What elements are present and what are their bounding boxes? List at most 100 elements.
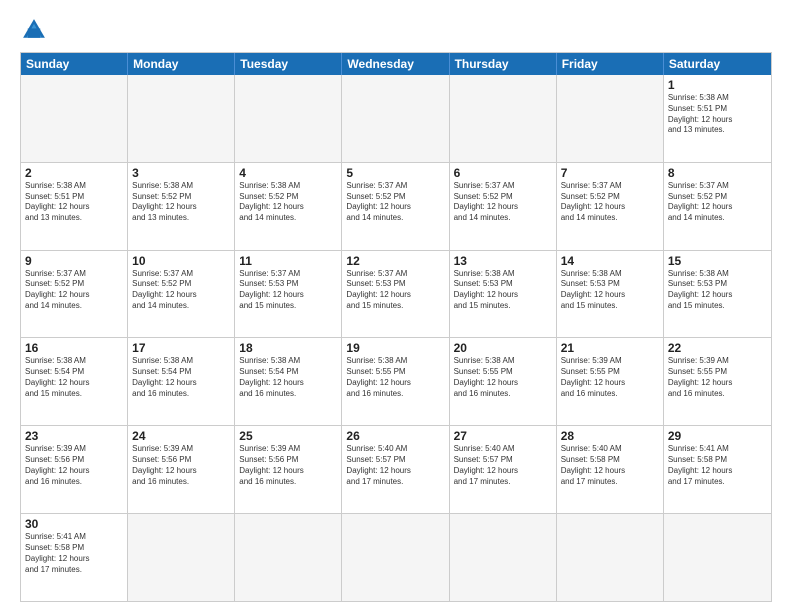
day-number: 1 (668, 78, 767, 92)
calendar-cell-1-2: 4Sunrise: 5:38 AM Sunset: 5:52 PM Daylig… (235, 163, 342, 250)
calendar-row-0: 1Sunrise: 5:38 AM Sunset: 5:51 PM Daylig… (21, 75, 771, 163)
calendar-cell-2-3: 12Sunrise: 5:37 AM Sunset: 5:53 PM Dayli… (342, 251, 449, 338)
calendar-cell-3-6: 22Sunrise: 5:39 AM Sunset: 5:55 PM Dayli… (664, 338, 771, 425)
calendar-cell-5-4 (450, 514, 557, 601)
calendar-cell-0-1 (128, 75, 235, 162)
logo-icon (20, 16, 48, 44)
calendar-cell-2-5: 14Sunrise: 5:38 AM Sunset: 5:53 PM Dayli… (557, 251, 664, 338)
day-info: Sunrise: 5:41 AM Sunset: 5:58 PM Dayligh… (25, 532, 123, 575)
day-number: 12 (346, 254, 444, 268)
day-info: Sunrise: 5:38 AM Sunset: 5:51 PM Dayligh… (25, 181, 123, 224)
calendar-cell-1-6: 8Sunrise: 5:37 AM Sunset: 5:52 PM Daylig… (664, 163, 771, 250)
day-number: 7 (561, 166, 659, 180)
calendar-cell-5-0: 30Sunrise: 5:41 AM Sunset: 5:58 PM Dayli… (21, 514, 128, 601)
day-info: Sunrise: 5:39 AM Sunset: 5:56 PM Dayligh… (25, 444, 123, 487)
day-info: Sunrise: 5:39 AM Sunset: 5:56 PM Dayligh… (239, 444, 337, 487)
day-number: 17 (132, 341, 230, 355)
day-number: 4 (239, 166, 337, 180)
header-day-friday: Friday (557, 53, 664, 75)
calendar-cell-4-5: 28Sunrise: 5:40 AM Sunset: 5:58 PM Dayli… (557, 426, 664, 513)
day-info: Sunrise: 5:40 AM Sunset: 5:57 PM Dayligh… (454, 444, 552, 487)
day-info: Sunrise: 5:38 AM Sunset: 5:54 PM Dayligh… (25, 356, 123, 399)
day-info: Sunrise: 5:38 AM Sunset: 5:54 PM Dayligh… (132, 356, 230, 399)
header-day-monday: Monday (128, 53, 235, 75)
calendar-row-5: 30Sunrise: 5:41 AM Sunset: 5:58 PM Dayli… (21, 514, 771, 601)
day-info: Sunrise: 5:38 AM Sunset: 5:55 PM Dayligh… (454, 356, 552, 399)
day-info: Sunrise: 5:38 AM Sunset: 5:53 PM Dayligh… (668, 269, 767, 312)
day-info: Sunrise: 5:37 AM Sunset: 5:53 PM Dayligh… (346, 269, 444, 312)
calendar-cell-2-6: 15Sunrise: 5:38 AM Sunset: 5:53 PM Dayli… (664, 251, 771, 338)
day-number: 9 (25, 254, 123, 268)
calendar-cell-0-2 (235, 75, 342, 162)
day-number: 10 (132, 254, 230, 268)
day-number: 2 (25, 166, 123, 180)
calendar-cell-0-6: 1Sunrise: 5:38 AM Sunset: 5:51 PM Daylig… (664, 75, 771, 162)
day-number: 24 (132, 429, 230, 443)
day-info: Sunrise: 5:40 AM Sunset: 5:58 PM Dayligh… (561, 444, 659, 487)
logo (20, 16, 52, 44)
calendar-cell-5-2 (235, 514, 342, 601)
day-number: 21 (561, 341, 659, 355)
day-info: Sunrise: 5:38 AM Sunset: 5:52 PM Dayligh… (132, 181, 230, 224)
calendar-cell-3-5: 21Sunrise: 5:39 AM Sunset: 5:55 PM Dayli… (557, 338, 664, 425)
day-number: 22 (668, 341, 767, 355)
calendar-cell-5-6 (664, 514, 771, 601)
day-number: 23 (25, 429, 123, 443)
day-number: 15 (668, 254, 767, 268)
calendar-cell-3-1: 17Sunrise: 5:38 AM Sunset: 5:54 PM Dayli… (128, 338, 235, 425)
calendar-cell-2-2: 11Sunrise: 5:37 AM Sunset: 5:53 PM Dayli… (235, 251, 342, 338)
day-number: 19 (346, 341, 444, 355)
day-info: Sunrise: 5:38 AM Sunset: 5:53 PM Dayligh… (454, 269, 552, 312)
day-info: Sunrise: 5:37 AM Sunset: 5:52 PM Dayligh… (561, 181, 659, 224)
calendar-cell-0-0 (21, 75, 128, 162)
calendar-body: 1 Sunrise: 5:38 AM Sunset: 5:51 PM Daylig… (21, 75, 771, 601)
calendar-cell-0-5 (557, 75, 664, 162)
calendar-cell-2-1: 10Sunrise: 5:37 AM Sunset: 5:52 PM Dayli… (128, 251, 235, 338)
day-info: Sunrise: 5:37 AM Sunset: 5:53 PM Dayligh… (239, 269, 337, 312)
day-info: Sunrise: 5:38 AM Sunset: 5:54 PM Dayligh… (239, 356, 337, 399)
day-number: 30 (25, 517, 123, 531)
header-day-thursday: Thursday (450, 53, 557, 75)
day-info: Sunrise: 5:40 AM Sunset: 5:57 PM Dayligh… (346, 444, 444, 487)
day-number: 14 (561, 254, 659, 268)
day-number: 3 (132, 166, 230, 180)
day-number: 18 (239, 341, 337, 355)
calendar-cell-4-6: 29Sunrise: 5:41 AM Sunset: 5:58 PM Dayli… (664, 426, 771, 513)
calendar-cell-1-0: 2Sunrise: 5:38 AM Sunset: 5:51 PM Daylig… (21, 163, 128, 250)
day-number: 25 (239, 429, 337, 443)
day-number: 6 (454, 166, 552, 180)
header-day-wednesday: Wednesday (342, 53, 449, 75)
calendar-cell-0-3 (342, 75, 449, 162)
day-number: 5 (346, 166, 444, 180)
header-day-saturday: Saturday (664, 53, 771, 75)
day-info: Sunrise: 5:38 AM Sunset: 5:55 PM Dayligh… (346, 356, 444, 399)
calendar-cell-4-0: 23Sunrise: 5:39 AM Sunset: 5:56 PM Dayli… (21, 426, 128, 513)
day-number: 28 (561, 429, 659, 443)
calendar-cell-4-4: 27Sunrise: 5:40 AM Sunset: 5:57 PM Dayli… (450, 426, 557, 513)
calendar-cell-5-5 (557, 514, 664, 601)
day-number: 16 (25, 341, 123, 355)
day-info: Sunrise: 5:39 AM Sunset: 5:55 PM Dayligh… (668, 356, 767, 399)
day-info: Sunrise: 5:39 AM Sunset: 5:55 PM Dayligh… (561, 356, 659, 399)
calendar-cell-4-3: 26Sunrise: 5:40 AM Sunset: 5:57 PM Dayli… (342, 426, 449, 513)
day-number: 27 (454, 429, 552, 443)
calendar-row-4: 23Sunrise: 5:39 AM Sunset: 5:56 PM Dayli… (21, 426, 771, 514)
day-info: Sunrise: 5:37 AM Sunset: 5:52 PM Dayligh… (668, 181, 767, 224)
calendar-row-2: 9Sunrise: 5:37 AM Sunset: 5:52 PM Daylig… (21, 251, 771, 339)
day-info: Sunrise: 5:37 AM Sunset: 5:52 PM Dayligh… (132, 269, 230, 312)
calendar-cell-0-4 (450, 75, 557, 162)
calendar-cell-4-2: 25Sunrise: 5:39 AM Sunset: 5:56 PM Dayli… (235, 426, 342, 513)
calendar-cell-1-5: 7Sunrise: 5:37 AM Sunset: 5:52 PM Daylig… (557, 163, 664, 250)
day-number: 20 (454, 341, 552, 355)
calendar-cell-3-0: 16Sunrise: 5:38 AM Sunset: 5:54 PM Dayli… (21, 338, 128, 425)
day-number: 26 (346, 429, 444, 443)
calendar-row-3: 16Sunrise: 5:38 AM Sunset: 5:54 PM Dayli… (21, 338, 771, 426)
calendar-cell-3-4: 20Sunrise: 5:38 AM Sunset: 5:55 PM Dayli… (450, 338, 557, 425)
calendar-header: SundayMondayTuesdayWednesdayThursdayFrid… (21, 53, 771, 75)
day-info: Sunrise: 5:37 AM Sunset: 5:52 PM Dayligh… (346, 181, 444, 224)
calendar-cell-5-1 (128, 514, 235, 601)
day-info: Sunrise: 5:39 AM Sunset: 5:56 PM Dayligh… (132, 444, 230, 487)
day-info: Sunrise: 5:37 AM Sunset: 5:52 PM Dayligh… (25, 269, 123, 312)
day-number: 11 (239, 254, 337, 268)
calendar-cell-3-2: 18Sunrise: 5:38 AM Sunset: 5:54 PM Dayli… (235, 338, 342, 425)
